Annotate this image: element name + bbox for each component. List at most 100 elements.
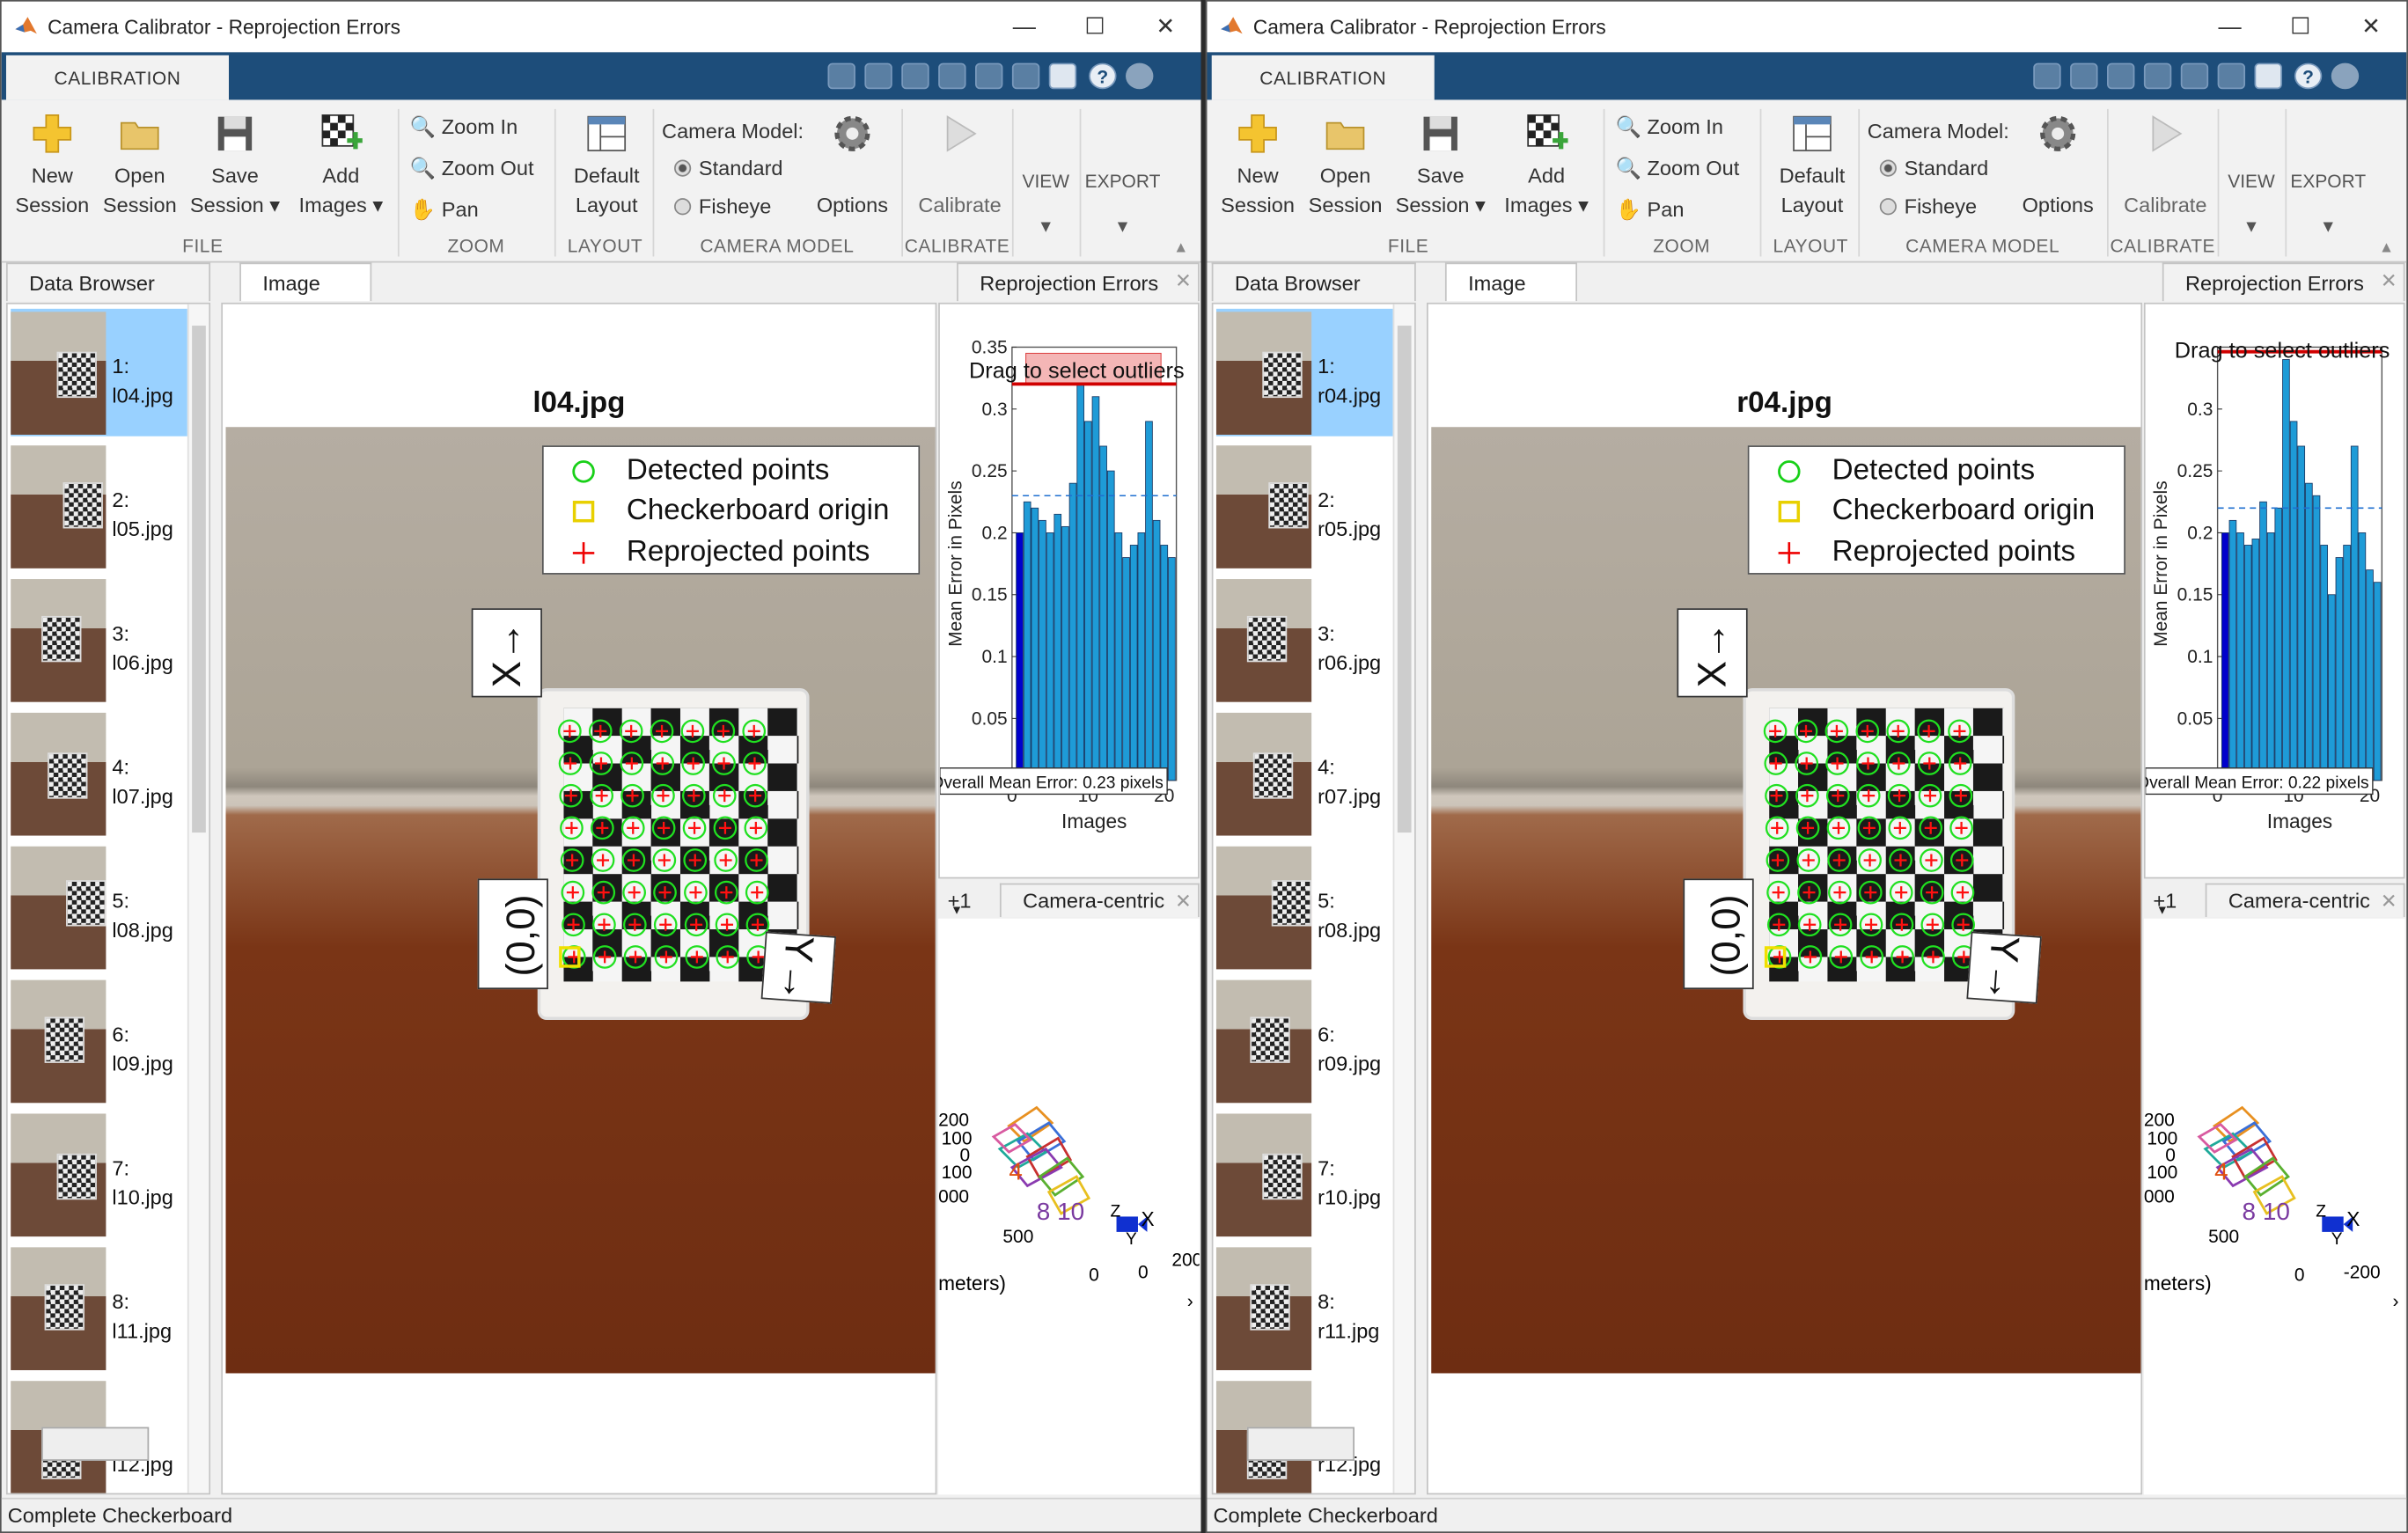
new-session-button[interactable]: New Session xyxy=(1219,112,1296,219)
checkerboard-photo[interactable]: Detected points Checkerboard origin Repr… xyxy=(225,427,936,1374)
collapse-ribbon-icon[interactable]: ▲ xyxy=(1173,239,1192,256)
error-bar[interactable] xyxy=(2343,545,2351,781)
thumbnail-item[interactable]: 8: l11.jpg xyxy=(11,1244,187,1372)
tab-data-browser[interactable]: Data Browser xyxy=(1211,262,1416,302)
tab-reprojection-errors[interactable]: Reprojection Errors ✕ xyxy=(2162,262,2405,302)
vertical-scrollbar[interactable] xyxy=(1392,304,1415,1493)
default-layout-button[interactable]: Default Layout xyxy=(563,112,650,219)
chevron-down-icon[interactable] xyxy=(1126,62,1154,90)
chevron-down-icon[interactable]: ▼ xyxy=(951,903,963,917)
vertical-scrollbar[interactable] xyxy=(187,304,209,1493)
add-images-button[interactable]: Add Images ▾ xyxy=(1497,112,1596,219)
error-bar[interactable] xyxy=(1145,421,1153,781)
chevron-down-icon[interactable] xyxy=(2331,62,2360,90)
paste-quick-icon[interactable] xyxy=(938,62,966,90)
error-bar[interactable] xyxy=(2228,519,2237,781)
error-bar[interactable] xyxy=(2320,545,2328,781)
tab-calibration[interactable]: CALIBRATION xyxy=(5,55,229,100)
chevron-right-icon[interactable]: › xyxy=(2393,1291,2399,1311)
save-session-button[interactable]: Save Session ▾ xyxy=(1391,112,1490,219)
open-session-button[interactable]: Open Session xyxy=(99,112,180,219)
minimize-button[interactable]: — xyxy=(2194,8,2265,48)
new-session-button[interactable]: New Session xyxy=(14,112,91,219)
radio-fisheye[interactable]: Fisheye xyxy=(674,192,771,221)
zoom-out-button[interactable]: 🔍 Zoom Out xyxy=(410,154,534,183)
export-button[interactable]: EXPORT ▼ xyxy=(1083,167,1163,258)
error-bar[interactable] xyxy=(2259,501,2267,781)
error-bar[interactable] xyxy=(1122,557,1130,781)
pan-button[interactable]: ✋ Pan xyxy=(410,195,479,224)
error-bar[interactable] xyxy=(2221,532,2229,781)
save-quick-icon[interactable] xyxy=(2033,62,2061,90)
thumbnail-item[interactable]: 2: r05.jpg xyxy=(1215,443,1393,570)
error-bar[interactable] xyxy=(1168,557,1176,781)
error-bar[interactable] xyxy=(2251,539,2260,781)
save-quick-icon[interactable] xyxy=(827,62,855,90)
zoom-out-button[interactable]: 🔍 Zoom Out xyxy=(1616,154,1740,183)
window-layout-quick-icon[interactable] xyxy=(2254,62,2282,90)
extrinsics-plot[interactable]: 4 8 10 200 100 0 100 000 500 0 0 200 met… xyxy=(938,919,1200,1495)
tab-image[interactable]: Image xyxy=(239,262,372,302)
error-bar[interactable] xyxy=(2282,359,2290,781)
zoom-in-button[interactable]: 🔍 Zoom In xyxy=(1616,112,1723,141)
zoom-in-button[interactable]: 🔍 Zoom In xyxy=(410,112,518,141)
error-bar[interactable] xyxy=(1023,501,1031,781)
error-bar[interactable] xyxy=(1114,532,1123,781)
error-bar[interactable] xyxy=(2373,582,2382,781)
close-icon[interactable]: ✕ xyxy=(1175,890,1192,914)
open-session-button[interactable]: Open Session xyxy=(1305,112,1385,219)
scroll-thumb[interactable] xyxy=(1397,326,1412,833)
error-bar[interactable] xyxy=(1160,545,1169,781)
cut-quick-icon[interactable] xyxy=(2070,62,2098,90)
thumbnail-item[interactable]: 4: r07.jpg xyxy=(1215,709,1393,837)
window-layout-quick-icon[interactable] xyxy=(1048,62,1077,90)
error-bar[interactable] xyxy=(2305,482,2313,781)
radio-standard[interactable]: Standard xyxy=(674,154,783,183)
help-icon[interactable]: ? xyxy=(1089,62,1117,90)
thumbnail-item[interactable]: 1: l04.jpg xyxy=(11,308,187,436)
maximize-button[interactable]: ☐ xyxy=(2265,8,2336,48)
calibrate-button[interactable]: Calibrate xyxy=(911,112,1009,219)
error-bar[interactable] xyxy=(2327,594,2336,781)
thumbnail-item[interactable]: 5: r08.jpg xyxy=(1215,843,1393,971)
error-bar[interactable] xyxy=(1054,513,1062,781)
error-bar[interactable] xyxy=(2297,445,2306,781)
tab-calibration[interactable]: CALIBRATION xyxy=(1211,55,1435,100)
save-session-button[interactable]: Save Session ▾ xyxy=(186,112,284,219)
checkerboard-photo[interactable]: Detected points Checkerboard origin Repr… xyxy=(1431,427,2141,1374)
radio-standard[interactable]: Standard xyxy=(1879,154,1988,183)
copy-quick-icon[interactable] xyxy=(2107,62,2135,90)
undo-quick-icon[interactable] xyxy=(975,62,1003,90)
error-bar[interactable] xyxy=(2243,545,2252,781)
export-button[interactable]: EXPORT ▼ xyxy=(2288,167,2368,258)
collapse-ribbon-icon[interactable]: ▲ xyxy=(2379,239,2397,256)
pan-button[interactable]: ✋ Pan xyxy=(1616,195,1685,224)
error-bar[interactable] xyxy=(1084,421,1092,781)
options-button[interactable]: Options xyxy=(810,112,896,219)
thumbnail-item[interactable]: 1: r04.jpg xyxy=(1215,308,1393,436)
horizontal-scrollbar[interactable] xyxy=(1246,1427,1355,1461)
error-bar[interactable] xyxy=(2358,532,2367,781)
error-bar[interactable] xyxy=(2274,507,2283,781)
thumbnail-item[interactable]: 4: l07.jpg xyxy=(11,709,187,837)
radio-fisheye[interactable]: Fisheye xyxy=(1879,192,1977,221)
thumbnail-item[interactable]: 8: r11.jpg xyxy=(1215,1244,1393,1372)
error-bar[interactable] xyxy=(1152,519,1161,781)
chevron-down-icon[interactable]: ▼ xyxy=(2156,903,2169,917)
error-bar[interactable] xyxy=(1137,532,1146,781)
error-bar[interactable] xyxy=(1091,396,1100,781)
scroll-thumb[interactable] xyxy=(192,326,206,833)
error-bar[interactable] xyxy=(2366,569,2374,781)
horizontal-scrollbar[interactable] xyxy=(41,1427,150,1461)
error-bar[interactable] xyxy=(2312,495,2321,781)
thumbnail-item[interactable]: 7: l10.jpg xyxy=(11,1111,187,1238)
maximize-button[interactable]: ☐ xyxy=(1060,8,1130,48)
view-button[interactable]: VIEW ▼ xyxy=(2221,167,2282,258)
thumbnail-item[interactable]: 6: l09.jpg xyxy=(11,977,187,1104)
error-bar[interactable] xyxy=(2266,532,2275,781)
error-bar[interactable] xyxy=(1106,470,1115,781)
chevron-right-icon[interactable]: › xyxy=(1187,1291,1193,1311)
redo-quick-icon[interactable] xyxy=(2217,62,2246,90)
close-icon[interactable]: ✕ xyxy=(1175,268,1192,293)
reprojection-error-chart[interactable]: 0.050.10.150.20.250.30 10 20Mean Error in … xyxy=(2145,304,2405,879)
